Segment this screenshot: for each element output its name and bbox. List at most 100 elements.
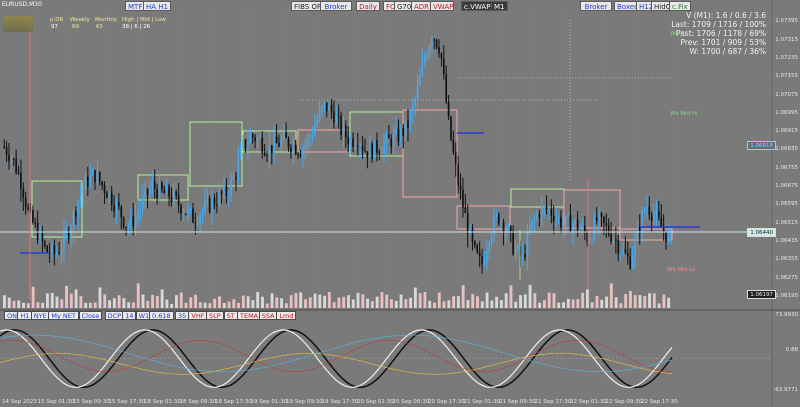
indicator-button-14[interactable]: 14 — [122, 311, 137, 320]
volume-bar — [275, 297, 279, 308]
indicator-button-my-net[interactable]: My NET — [48, 311, 79, 320]
candle-body — [485, 250, 488, 262]
volume-bar — [347, 295, 350, 308]
price-axis-label: 1.07075 — [775, 91, 798, 98]
price-axis-label: 1.06435 — [775, 238, 798, 245]
chart-canvas[interactable] — [0, 0, 800, 407]
candle-body — [337, 115, 340, 117]
m1-button[interactable]: M1 — [491, 1, 508, 11]
candle-body — [273, 136, 276, 154]
candle-body — [103, 185, 106, 194]
candle-body — [216, 204, 218, 206]
candle-body — [497, 214, 500, 224]
candle-body — [538, 214, 541, 218]
indicator-button-vhf[interactable]: VHF — [188, 311, 208, 320]
volume-bar — [375, 296, 379, 308]
adr-button[interactable]: ADR — [411, 1, 433, 11]
indicator-button-dcp[interactable]: DCP — [104, 311, 125, 320]
candle-body — [340, 115, 342, 135]
candle-body — [383, 142, 385, 153]
candle-body — [352, 138, 354, 147]
candle-body — [488, 243, 491, 251]
candle-body — [299, 154, 302, 157]
candle-body — [347, 137, 350, 145]
candle-body — [165, 186, 168, 194]
candle-body — [313, 125, 316, 136]
volume-bar — [265, 303, 269, 308]
candle-body — [125, 227, 127, 229]
volume-bar — [667, 297, 671, 308]
indicator-button-tema[interactable]: TEMA — [237, 311, 262, 320]
vwap-button[interactable]: VWAP — [430, 1, 454, 11]
volume-bar — [456, 296, 460, 308]
indicator-button-close[interactable]: Close — [78, 311, 103, 320]
candle-body — [91, 170, 94, 176]
candle-body — [134, 216, 137, 227]
candle-body — [141, 197, 144, 209]
candle-body — [325, 102, 328, 112]
broker2-button[interactable]: Broker — [580, 1, 612, 11]
candle-body — [572, 223, 574, 232]
trading-chart[interactable]: EURUSD,M30 p.DR Weekly Monthly High | Mi… — [0, 0, 800, 407]
price-axis-label: 1.06355 — [775, 256, 798, 263]
volume-bar — [294, 293, 298, 308]
candle-body — [120, 206, 123, 218]
price-axis-label: 1.06915 — [775, 128, 798, 135]
indicator-button-ssa[interactable]: SSA — [258, 311, 278, 320]
indicator-button-slp[interactable]: SLP — [206, 311, 224, 320]
candle-body — [304, 144, 307, 149]
candle-body — [192, 208, 194, 223]
candle-body — [665, 231, 667, 243]
indicator-button-35[interactable]: 35 — [175, 311, 190, 320]
candle-body — [411, 105, 414, 112]
candle-body — [509, 226, 512, 232]
volume-bar — [251, 300, 255, 308]
time-axis-label: 20 Sep 09:30 — [392, 399, 430, 405]
indicator-button-nye[interactable]: NYE — [30, 311, 50, 320]
candle-body — [603, 216, 605, 224]
volume-bar — [614, 297, 618, 308]
cvwap-button[interactable]: c.VWAP — [461, 1, 494, 11]
info-header-weekly: Weekly — [70, 17, 90, 23]
candle-body — [108, 192, 111, 199]
broker-button[interactable]: Broker — [320, 1, 352, 11]
candle-body — [560, 216, 562, 228]
wk-mid-hi-label: Wk Mid Hi — [670, 111, 698, 117]
price-box-1: 1.06818 — [747, 141, 776, 150]
candle-body — [540, 206, 543, 218]
volume-bar — [103, 294, 107, 308]
candle-body — [564, 216, 567, 225]
candle-body — [172, 191, 175, 203]
ind-axis-top: 73.9930 — [775, 312, 798, 318]
candle-body — [32, 209, 34, 223]
candle-body — [660, 217, 663, 228]
volume-bar — [552, 293, 556, 308]
candle-body — [208, 198, 211, 213]
volume-bar — [394, 300, 398, 308]
candle-body — [622, 249, 624, 254]
candle-body — [75, 211, 77, 217]
ha-h1-button[interactable]: HA H1 — [143, 1, 171, 11]
volume-bar — [648, 293, 651, 308]
candle-body — [388, 134, 390, 139]
daily-button[interactable]: Daily — [356, 1, 380, 11]
candle-body — [199, 215, 201, 224]
candle-body — [156, 188, 158, 199]
volume-bar — [595, 295, 599, 308]
indicator-button-0-618[interactable]: 0.618 — [149, 311, 174, 320]
volume-bar — [605, 296, 608, 308]
candle-body — [536, 214, 538, 219]
time-axis-label: 20 Sep 17:30 — [428, 399, 465, 405]
volume-bar — [46, 293, 49, 308]
candle-body — [576, 219, 579, 230]
candle-body — [15, 158, 17, 173]
indicator-button-st[interactable]: ST — [223, 311, 238, 320]
indicator-button-lmd[interactable]: Lmd — [276, 311, 297, 320]
cfix-button[interactable]: c.Fix — [669, 1, 691, 11]
volume-bar — [60, 299, 64, 308]
candle-body — [655, 211, 658, 216]
candle-body — [447, 102, 450, 117]
candle-body — [163, 189, 166, 194]
candle-body — [290, 147, 292, 153]
candle-body — [22, 188, 25, 198]
